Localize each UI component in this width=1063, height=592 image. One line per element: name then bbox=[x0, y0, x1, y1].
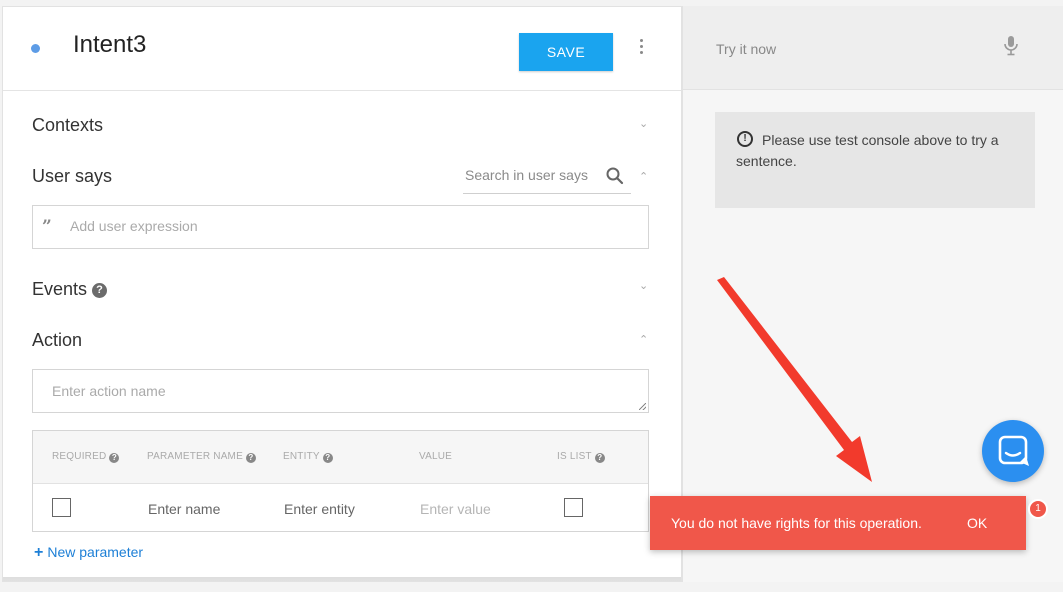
chat-launcher-button[interactable] bbox=[982, 420, 1044, 482]
toast-message: You do not have rights for this operatio… bbox=[671, 515, 922, 531]
error-toast: You do not have rights for this operatio… bbox=[650, 496, 1026, 550]
toast-ok-button[interactable]: OK bbox=[967, 515, 987, 531]
chat-icon bbox=[998, 435, 1029, 466]
notification-badge: 1 bbox=[1028, 499, 1048, 519]
